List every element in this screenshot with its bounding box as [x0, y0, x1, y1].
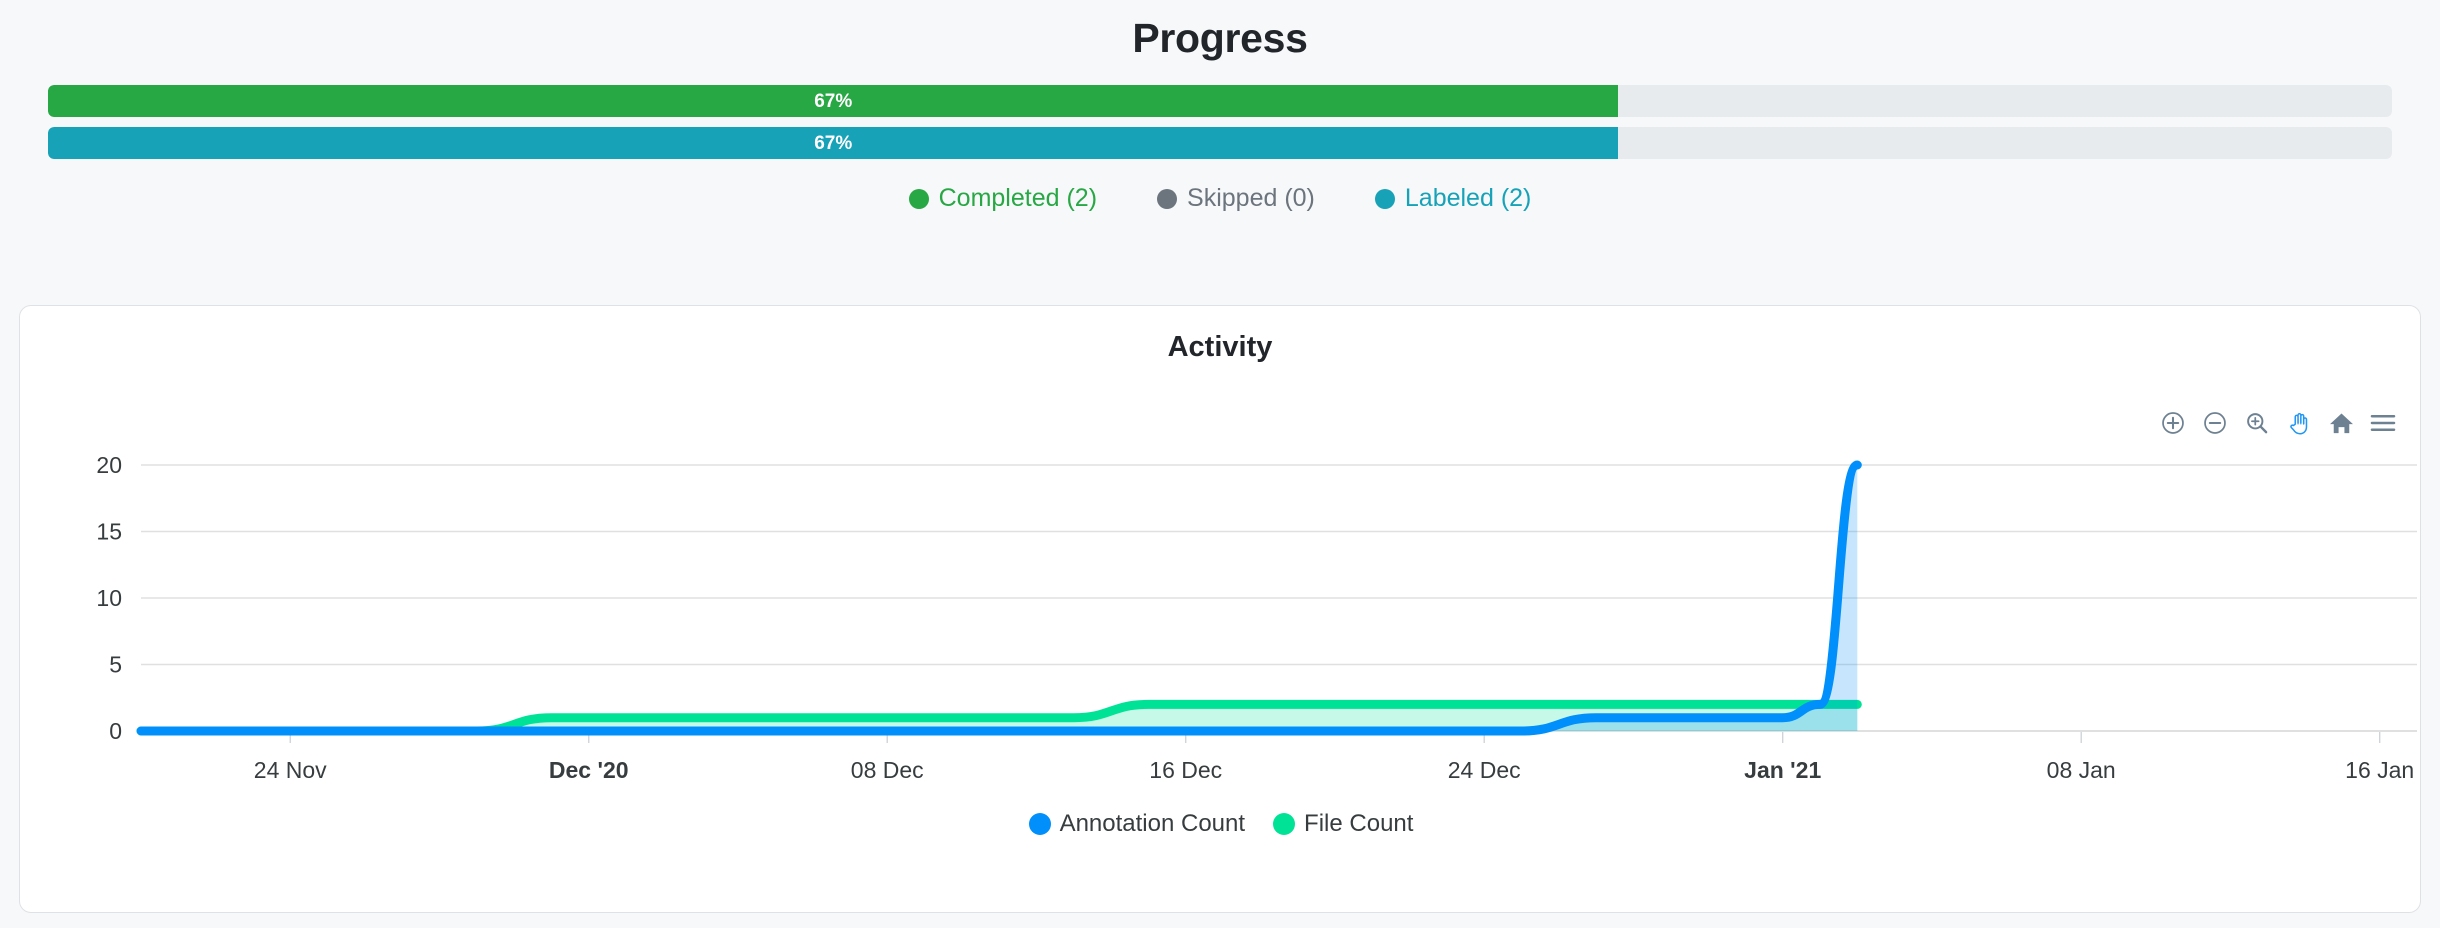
x-axis-tick-label: Jan '21 [1744, 757, 1821, 783]
series-legend-item-file-count[interactable]: File Count [1273, 810, 1413, 838]
progress-section: Progress 67% 67% Completed (2) Skipped (… [0, 0, 2440, 213]
x-axis-tick-label: 16 Jan [2345, 757, 2414, 783]
status-legend-label-completed: Completed (2) [938, 184, 1098, 213]
x-axis-tick-label: Dec '20 [549, 757, 629, 783]
x-axis-tick-label: 24 Nov [254, 757, 327, 783]
activity-card: Activity 0 5 10 15 20 24 Nov Dec '20 08 … [19, 305, 2421, 913]
y-axis-tick-label: 15 [96, 519, 122, 545]
completed-dot-icon [908, 188, 929, 209]
y-axis-tick-label: 20 [96, 452, 122, 478]
status-legend: Completed (2) Skipped (0) Labeled (2) [0, 169, 2440, 213]
chart-series-legend: Annotation Count File Count [20, 810, 2422, 838]
series-legend-label-annotation-count: Annotation Count [1059, 810, 1246, 837]
progress-bar-completed-value: 67% [814, 90, 853, 112]
progress-bar-completed-fill: 67% [48, 85, 1619, 118]
labeled-dot-icon [1374, 188, 1395, 209]
status-legend-item-skipped[interactable]: Skipped (0) [1157, 184, 1315, 213]
x-axis-tick-label: 08 Dec [851, 757, 924, 783]
annotation-count-dot-icon [1028, 813, 1051, 835]
progress-bar-labeled-track: 67% [48, 127, 2392, 160]
y-axis-tick-label: 5 [109, 652, 122, 678]
x-axis-tick-label: 16 Dec [1149, 757, 1222, 783]
progress-bars: 67% 67% [0, 85, 2440, 160]
x-axis-tick-label: 24 Dec [1448, 757, 1521, 783]
y-axis-tick-label: 0 [109, 718, 122, 744]
page-title: Progress [1132, 15, 1308, 61]
file-count-dot-icon [1273, 813, 1296, 835]
progress-bar-labeled-value: 67% [814, 132, 853, 154]
status-legend-label-labeled: Labeled (2) [1404, 184, 1532, 213]
y-axis-tick-label: 10 [96, 585, 122, 611]
x-axis-tick-label: 08 Jan [2047, 757, 2116, 783]
status-legend-item-labeled[interactable]: Labeled (2) [1374, 184, 1532, 213]
series-legend-item-annotation-count[interactable]: Annotation Count [1028, 810, 1246, 838]
series-legend-label-file-count: File Count [1304, 810, 1414, 837]
progress-bar-labeled-fill: 67% [48, 127, 1619, 160]
progress-bar-completed-track: 67% [48, 85, 2392, 118]
status-legend-label-skipped: Skipped (0) [1187, 184, 1315, 213]
status-legend-item-completed[interactable]: Completed (2) [908, 184, 1098, 213]
skipped-dot-icon [1157, 188, 1178, 209]
